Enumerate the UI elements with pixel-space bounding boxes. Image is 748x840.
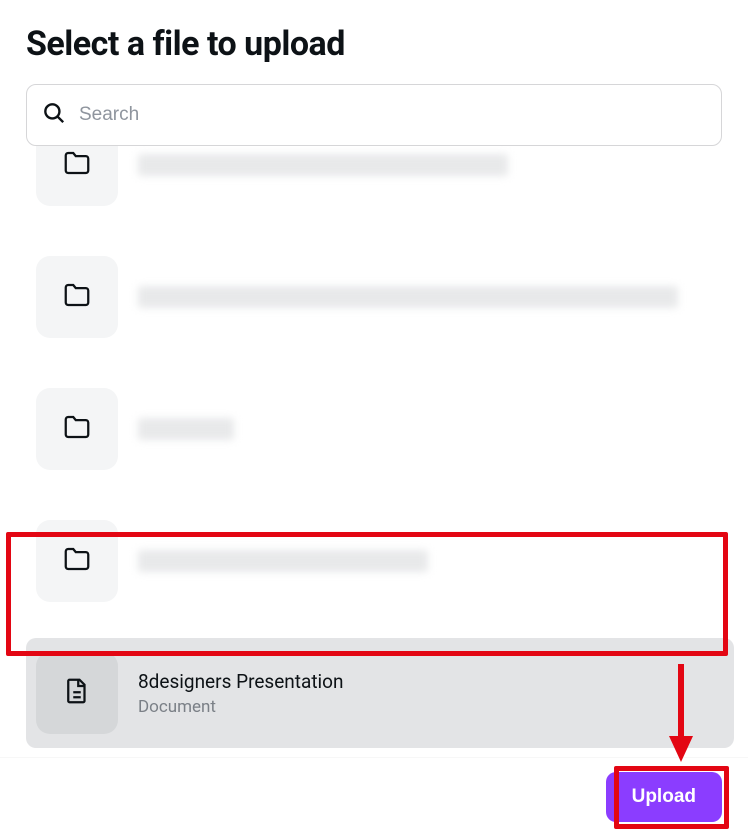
list-item[interactable]: [26, 506, 734, 616]
item-name-redacted: [138, 286, 678, 308]
item-text: 8designers Presentation Document: [138, 670, 724, 717]
item-type: Document: [138, 697, 724, 717]
search-wrap: [0, 84, 748, 146]
folder-icon: [62, 148, 92, 182]
item-icon-box: [36, 520, 118, 602]
document-icon: [62, 676, 92, 710]
item-text: [138, 418, 724, 440]
item-icon-box: [36, 388, 118, 470]
folder-icon: [62, 412, 92, 446]
item-name-redacted: [138, 154, 508, 176]
item-icon-box: [36, 146, 118, 206]
item-text: [138, 154, 724, 176]
item-icon-box: [36, 652, 118, 734]
file-list[interactable]: 8designers Presentation Document Documen…: [0, 146, 748, 757]
modal-title: Select a file to upload: [0, 24, 748, 84]
folder-icon: [62, 280, 92, 314]
search-icon: [41, 100, 67, 130]
modal-footer: Upload: [0, 757, 748, 840]
item-name: 8designers Presentation: [138, 670, 724, 693]
list-item[interactable]: [26, 146, 734, 220]
upload-button[interactable]: Upload: [606, 772, 722, 822]
list-item[interactable]: [26, 374, 734, 484]
search-box[interactable]: [26, 84, 722, 146]
list-item[interactable]: [26, 242, 734, 352]
item-icon-box: [36, 256, 118, 338]
file-upload-modal: Select a file to upload: [0, 0, 748, 840]
list-item-selected[interactable]: 8designers Presentation Document: [26, 638, 734, 748]
item-text: [138, 550, 724, 572]
item-text: [138, 286, 724, 308]
folder-icon: [62, 544, 92, 578]
search-input[interactable]: [79, 104, 707, 126]
item-name-redacted: [138, 418, 234, 440]
item-name-redacted: [138, 550, 428, 572]
